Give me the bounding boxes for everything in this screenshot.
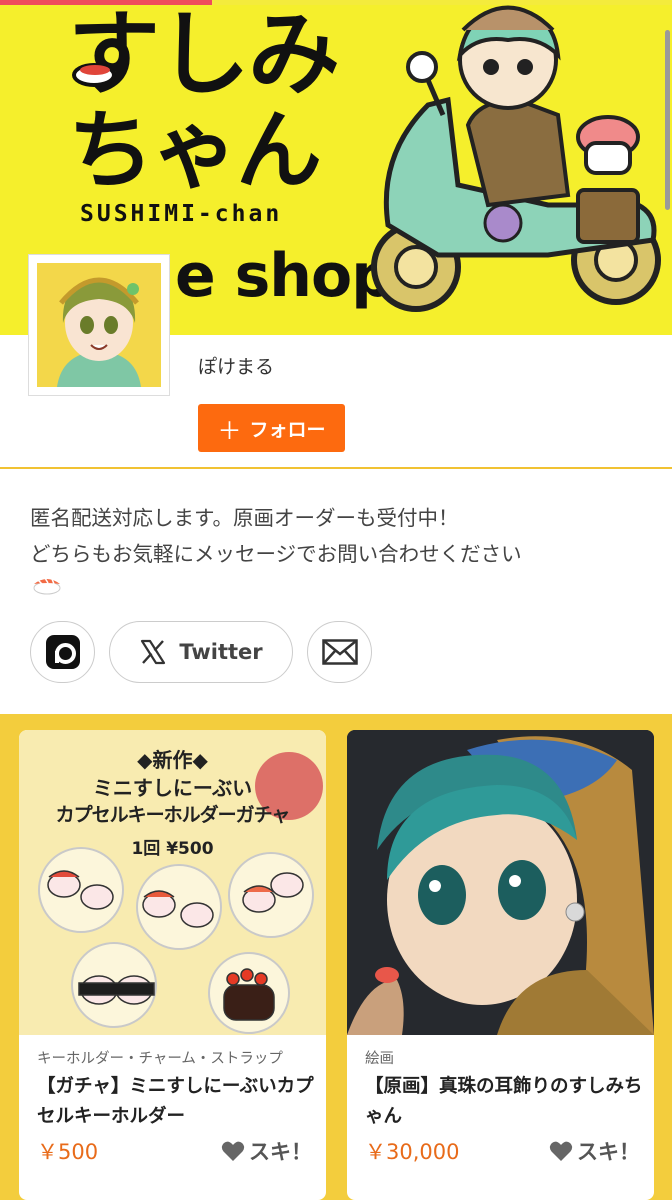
mail-icon [321, 639, 358, 665]
x-icon [141, 639, 166, 665]
item-title[interactable]: 【原画】真珠の耳飾りのすしみちゃん [365, 1072, 645, 1132]
shop-avatar[interactable] [28, 254, 170, 396]
shop-description: 匿名配送対応します。原画オーダーも受付中！ どちらもお気軽にメッセージでお問い合… [30, 500, 630, 572]
item-image-caption: カプセルキーホルダーガチャ [55, 804, 291, 826]
item-image[interactable] [347, 730, 654, 1035]
description-line1: 匿名配送対応します。原画オーダーも受付中！ [30, 506, 459, 530]
scrollbar[interactable] [665, 30, 670, 210]
twitter-link-button[interactable]: Twitter [109, 621, 293, 683]
item-price: ￥30,000 [365, 1140, 460, 1164]
pixiv-icon [45, 635, 80, 669]
sushi-keychains-illustration [38, 847, 314, 1034]
item-card[interactable]: ◆新作◆ ミニすしにーぶい カプセルキーホルダーガチャ 1回 ¥500 キーホル… [19, 730, 326, 1200]
item-image-caption: ミニすしにーぶい [92, 776, 253, 800]
pixiv-link-button[interactable] [30, 621, 95, 683]
plus-icon: ＋ [217, 417, 242, 445]
like-label: スキ！ [577, 1140, 640, 1164]
like-button[interactable]: スキ！ [549, 1136, 640, 1166]
shop-owner-name[interactable]: ぽけまる [198, 352, 274, 379]
like-label: スキ！ [249, 1140, 312, 1164]
description-line2: どちらもお気軽にメッセージでお問い合わせください [30, 542, 522, 566]
item-grid: ◆新作◆ ミニすしにーぶい カプセルキーホルダーガチャ 1回 ¥500 キーホル… [0, 714, 672, 1200]
heart-icon [549, 1141, 573, 1161]
avatar-character-icon [37, 263, 161, 387]
avatar-image [37, 263, 161, 387]
item-card[interactable]: 絵画 【原画】真珠の耳飾りのすしみちゃん ￥30,000 スキ！ [347, 730, 654, 1200]
item-image[interactable]: ◆新作◆ ミニすしにーぶい カプセルキーホルダーガチャ 1回 ¥500 [19, 730, 326, 1035]
item-price: ￥500 [37, 1140, 99, 1164]
logo-title-line1: すしみ [68, 5, 340, 108]
painting-illustration [347, 730, 654, 1035]
scooter-character-illustration [371, 5, 661, 312]
like-button[interactable]: スキ！ [221, 1136, 312, 1166]
logo-subtitle: SUSHIMI-chan [80, 201, 283, 227]
follow-button-label: フォロー [249, 419, 326, 441]
message-button[interactable] [307, 621, 372, 683]
item-category: キーホルダー・チャーム・ストラップ [37, 1051, 283, 1067]
twitter-label: Twitter [179, 640, 263, 664]
item-category: 絵画 [365, 1051, 394, 1067]
logo-title-line2: ちゃん [68, 101, 322, 201]
heart-icon [221, 1141, 245, 1161]
logo-shop-text: e shop [175, 241, 394, 311]
logo-sushi-icon [72, 63, 116, 87]
item-title[interactable]: 【ガチャ】ミニすしにーぶいカプセルキーホルダー [37, 1072, 317, 1132]
section-divider [0, 467, 672, 469]
item-image-caption: ◆新作◆ [137, 748, 208, 772]
sushi-emoji [33, 577, 61, 595]
follow-button[interactable]: ＋ フォロー [198, 404, 345, 452]
